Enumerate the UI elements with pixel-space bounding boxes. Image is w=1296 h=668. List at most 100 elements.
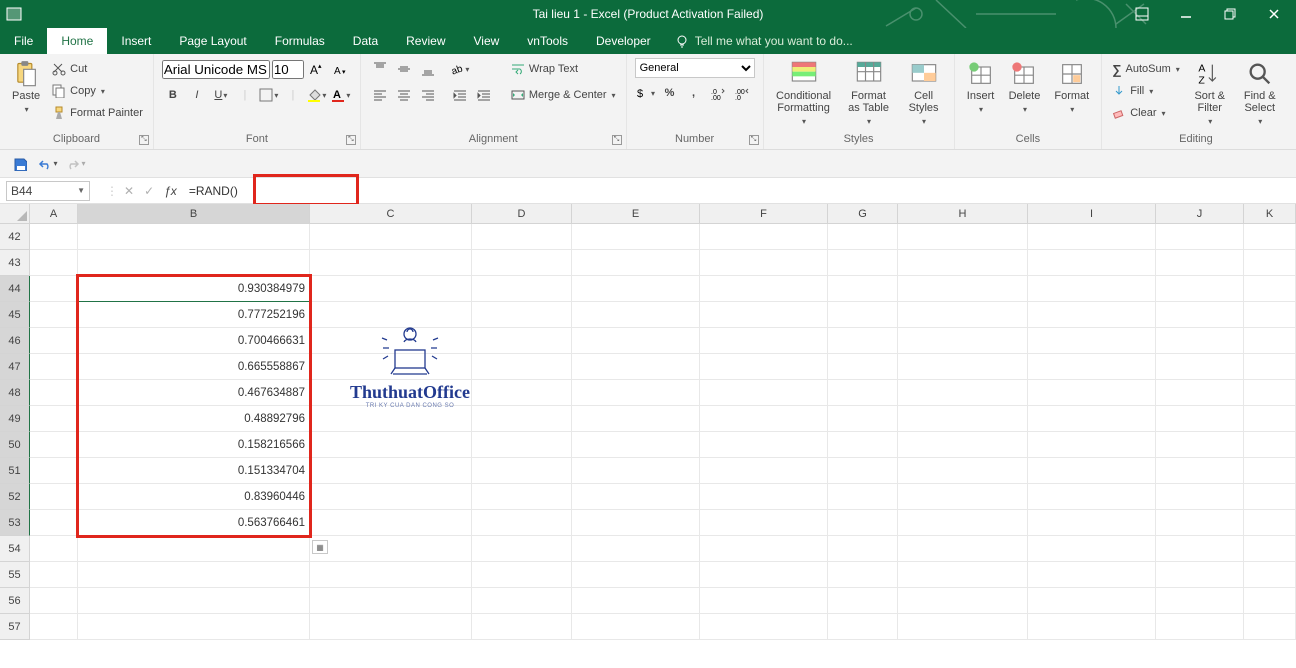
cell[interactable] — [1028, 510, 1156, 536]
cell-styles-button[interactable]: Cell Styles▾ — [902, 58, 946, 130]
cell[interactable] — [30, 458, 78, 484]
fx-icon[interactable]: ƒx — [164, 184, 177, 198]
select-all-button[interactable] — [0, 204, 30, 223]
cell[interactable] — [700, 302, 828, 328]
cell[interactable] — [898, 614, 1028, 640]
cell[interactable] — [30, 328, 78, 354]
cell[interactable] — [898, 562, 1028, 588]
align-middle-button[interactable] — [393, 58, 415, 80]
cell[interactable] — [472, 302, 572, 328]
cell[interactable] — [1156, 276, 1244, 302]
row-header[interactable]: 49 — [0, 406, 30, 432]
cell[interactable] — [310, 380, 472, 406]
cell[interactable] — [828, 614, 898, 640]
cell[interactable] — [30, 276, 78, 302]
cell[interactable] — [30, 302, 78, 328]
cell[interactable] — [1156, 510, 1244, 536]
row-header[interactable]: 43 — [0, 250, 30, 276]
row-header[interactable]: 51 — [0, 458, 30, 484]
cell[interactable] — [1028, 588, 1156, 614]
cell[interactable] — [828, 406, 898, 432]
cell[interactable] — [310, 250, 472, 276]
tab-file[interactable]: File — [0, 28, 47, 54]
cell[interactable] — [78, 614, 310, 640]
percent-button[interactable]: % — [659, 82, 681, 104]
alignment-launcher[interactable]: ⤡ — [612, 135, 622, 145]
ribbon-options-icon[interactable] — [1120, 0, 1164, 28]
cell[interactable] — [572, 614, 700, 640]
cell[interactable] — [30, 484, 78, 510]
cell[interactable] — [700, 588, 828, 614]
row-header[interactable]: 42 — [0, 224, 30, 250]
column-header-J[interactable]: J — [1156, 204, 1244, 223]
cell[interactable] — [898, 302, 1028, 328]
cell[interactable] — [310, 406, 472, 432]
inc-decimal-button[interactable]: .0.00 — [707, 82, 729, 104]
tab-home[interactable]: Home — [47, 28, 107, 54]
cell[interactable] — [572, 302, 700, 328]
cell[interactable] — [828, 354, 898, 380]
cell[interactable] — [898, 432, 1028, 458]
cell[interactable] — [472, 562, 572, 588]
cell[interactable] — [310, 354, 472, 380]
cell[interactable] — [572, 432, 700, 458]
cell[interactable] — [1244, 224, 1296, 250]
dec-indent-button[interactable] — [449, 84, 471, 106]
cell[interactable] — [1028, 328, 1156, 354]
tab-review[interactable]: Review — [392, 28, 459, 54]
cell[interactable] — [1244, 614, 1296, 640]
column-header-B[interactable]: B — [78, 204, 310, 223]
clear-button[interactable]: Clear▾ — [1110, 102, 1182, 124]
column-header-I[interactable]: I — [1028, 204, 1156, 223]
cut-button[interactable]: Cut — [50, 58, 145, 80]
close-icon[interactable] — [1252, 0, 1296, 28]
cell[interactable] — [1028, 432, 1156, 458]
cell[interactable] — [30, 536, 78, 562]
cell[interactable] — [472, 614, 572, 640]
tab-pagelayout[interactable]: Page Layout — [165, 28, 260, 54]
format-table-button[interactable]: Format as Table▾ — [842, 58, 896, 130]
cell[interactable] — [700, 458, 828, 484]
cell[interactable] — [1244, 484, 1296, 510]
tab-view[interactable]: View — [460, 28, 514, 54]
row-header[interactable]: 54 — [0, 536, 30, 562]
align-bottom-button[interactable] — [417, 58, 439, 80]
number-launcher[interactable]: ⤡ — [749, 135, 759, 145]
column-header-C[interactable]: C — [310, 204, 472, 223]
inc-indent-button[interactable] — [473, 84, 495, 106]
save-button[interactable] — [8, 152, 32, 176]
column-header-E[interactable]: E — [572, 204, 700, 223]
cell[interactable] — [828, 328, 898, 354]
cell[interactable] — [1156, 406, 1244, 432]
cell[interactable]: 0.665558867 — [78, 354, 310, 380]
row-header[interactable]: 52 — [0, 484, 30, 510]
cell[interactable]: 0.467634887 — [78, 380, 310, 406]
cell[interactable] — [310, 224, 472, 250]
row-header[interactable]: 57 — [0, 614, 30, 640]
cell[interactable] — [1244, 354, 1296, 380]
cell[interactable] — [572, 224, 700, 250]
cell[interactable]: 0.158216566 — [78, 432, 310, 458]
cell[interactable] — [1244, 458, 1296, 484]
accounting-button[interactable]: $▾ — [635, 82, 657, 104]
cell[interactable] — [472, 406, 572, 432]
format-cells-button[interactable]: Format▾ — [1050, 58, 1093, 118]
align-left-button[interactable] — [369, 84, 391, 106]
cell[interactable] — [1028, 302, 1156, 328]
tab-vntools[interactable]: vnTools — [513, 28, 582, 54]
cell[interactable] — [30, 614, 78, 640]
cell[interactable] — [1156, 328, 1244, 354]
clipboard-launcher[interactable]: ⤡ — [139, 135, 149, 145]
restore-icon[interactable] — [1208, 0, 1252, 28]
cell[interactable] — [700, 250, 828, 276]
cell[interactable] — [898, 484, 1028, 510]
column-header-H[interactable]: H — [898, 204, 1028, 223]
cell[interactable] — [472, 432, 572, 458]
cell[interactable] — [1028, 406, 1156, 432]
column-header-A[interactable]: A — [30, 204, 78, 223]
cell[interactable] — [828, 380, 898, 406]
cell[interactable] — [310, 302, 472, 328]
cell[interactable] — [30, 510, 78, 536]
cell[interactable] — [30, 250, 78, 276]
delete-cells-button[interactable]: Delete▾ — [1005, 58, 1045, 118]
